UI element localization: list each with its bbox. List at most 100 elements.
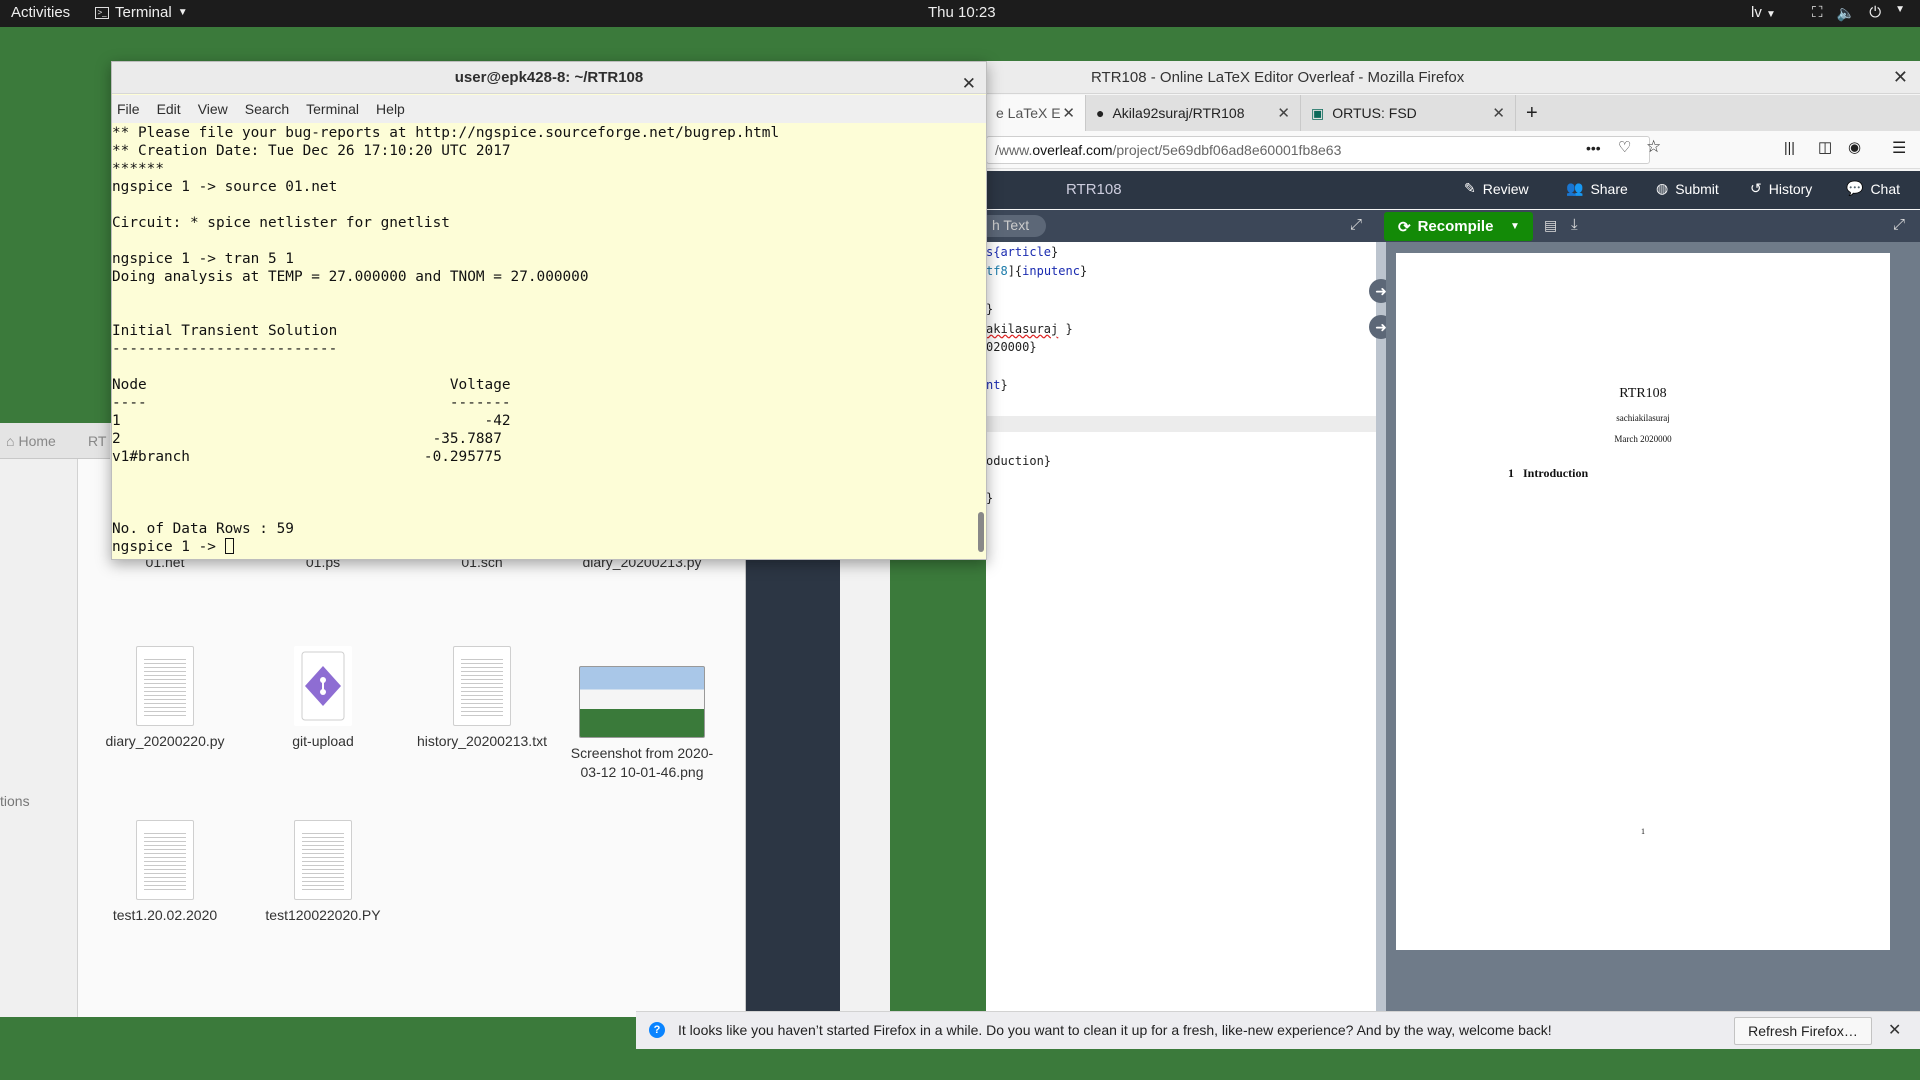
- file-manager-path-bar: ⌂ Home RT: [0, 423, 110, 459]
- close-icon[interactable]: ✕: [1893, 67, 1908, 88]
- document-icon: [136, 646, 194, 726]
- info-icon: ?: [649, 1022, 665, 1038]
- code-line: 020000}: [986, 340, 1037, 354]
- code-line: }: [986, 491, 994, 505]
- document-icon: [453, 646, 511, 726]
- menu-edit[interactable]: Edit: [157, 101, 181, 117]
- terminal-line: Circuit: * spice netlister for gnetlist: [112, 215, 450, 231]
- terminal-output[interactable]: ** Please file your bug-reports at http:…: [112, 124, 976, 560]
- system-menu[interactable]: ⛶ 🔈 ⏻ ▼: [1812, 4, 1905, 22]
- terminal-prompt-line[interactable]: ngspice 1 ->: [112, 538, 976, 556]
- refresh-firefox-button[interactable]: Refresh Firefox…: [1734, 1017, 1872, 1045]
- terminal-line: ngspice 1 -> tran 5 1: [112, 251, 294, 267]
- pdf-section-heading: 1 Introduction: [1508, 466, 1589, 480]
- tab-overleaf[interactable]: e LaTeX E ✕: [986, 95, 1086, 131]
- expand-editor-icon[interactable]: ⤢: [1350, 216, 1362, 233]
- terminal-line: 2 -35.7887: [112, 431, 502, 447]
- submit-button[interactable]: ◍ Submit: [1656, 180, 1719, 197]
- sidebar-item-label[interactable]: tions: [0, 793, 30, 809]
- close-tab-icon[interactable]: ✕: [1062, 104, 1075, 122]
- path-segment[interactable]: RT: [88, 433, 106, 449]
- bookmark-star-icon[interactable]: ☆: [1646, 137, 1661, 157]
- clock[interactable]: Thu 10:23: [928, 4, 996, 21]
- file-item[interactable]: Screenshot from 2020-03-12 10-01-46.png: [562, 666, 722, 782]
- file-name: test1.20.02.2020: [112, 907, 218, 923]
- menu-help[interactable]: Help: [376, 101, 405, 117]
- volume-icon: 🔈: [1836, 5, 1856, 22]
- code-line: oduction}: [986, 454, 1052, 468]
- terminal-menubar: File Edit View Search Terminal Help: [112, 95, 986, 123]
- menu-search[interactable]: Search: [245, 101, 289, 117]
- file-item[interactable]: test1.20.02.2020: [85, 820, 245, 925]
- chevron-down-icon[interactable]: ▼: [1510, 221, 1520, 232]
- file-item[interactable]: test120022020.PY: [243, 820, 403, 925]
- pdf-date: March 2020000: [1614, 434, 1672, 444]
- recompile-button[interactable]: ⟳ Recompile ▼: [1384, 212, 1533, 241]
- url-bar[interactable]: /www.overleaf.com/project/5e69dbf06ad8e6…: [986, 136, 1650, 164]
- terminal-prompt: ngspice 1 ->: [112, 539, 225, 555]
- terminal-scrollbar[interactable]: [978, 512, 984, 552]
- tab-github[interactable]: ● Akila92suraj/RTR108 ✕: [1086, 95, 1301, 131]
- rich-text-toggle[interactable]: h Text: [986, 215, 1046, 237]
- activities-button[interactable]: Activities: [11, 4, 70, 21]
- expand-pdf-icon[interactable]: ⤢: [1893, 216, 1905, 233]
- top-bar: Activities >_ Terminal ▼ Thu 10:23 lv ▼ …: [0, 0, 1920, 27]
- file-name: Screenshot from 2020-03-12 10-01-46.png: [570, 745, 714, 780]
- hamburger-menu-icon[interactable]: ☰: [1892, 138, 1906, 158]
- share-label: Share: [1590, 180, 1628, 197]
- network-icon: ⛶: [1812, 4, 1823, 21]
- url-host: overleaf.com: [1032, 142, 1113, 158]
- library-icon[interactable]: |||: [1784, 139, 1795, 155]
- close-tab-icon[interactable]: ✕: [1277, 104, 1290, 122]
- code-editor[interactable]: s{article} tf8]{inputenc} } akilasuraj }…: [986, 242, 1376, 1017]
- terminal-titlebar[interactable]: user@epk428-8: ~/RTR108 ✕: [112, 62, 986, 94]
- firefox-navbar: /www.overleaf.com/project/5e69dbf06ad8e6…: [986, 131, 1920, 169]
- review-label: Review: [1482, 180, 1529, 197]
- page-actions-icon[interactable]: •••: [1586, 140, 1601, 156]
- pane-splitter[interactable]: ➜ ➜: [1369, 242, 1393, 1017]
- notification-text: It looks like you haven’t started Firefo…: [678, 1022, 1552, 1038]
- account-icon[interactable]: ◉: [1848, 138, 1861, 156]
- plus-icon: +: [1526, 101, 1538, 124]
- file-item[interactable]: git-upload: [243, 646, 403, 751]
- history-icon: ↺: [1750, 180, 1762, 196]
- review-button[interactable]: ✎ Review: [1464, 180, 1529, 197]
- terminal-line: ******: [112, 161, 164, 177]
- sidebar-icon[interactable]: ◫: [1818, 138, 1832, 156]
- file-manager-sidebar: tions: [0, 459, 78, 1017]
- app-menu[interactable]: >_ Terminal ▼: [95, 4, 188, 21]
- active-line-highlight: [986, 416, 1376, 432]
- close-icon[interactable]: ✕: [1888, 1020, 1901, 1040]
- tab-label: ORTUS: FSD: [1332, 105, 1417, 121]
- history-label: History: [1768, 180, 1813, 197]
- globe-icon: ◍: [1656, 180, 1669, 196]
- path-home-button[interactable]: ⌂ Home: [6, 433, 56, 449]
- chevron-down-icon: ▼: [1895, 4, 1905, 15]
- document-icon: [136, 820, 194, 900]
- logs-icon[interactable]: ▤: [1544, 217, 1557, 234]
- users-icon: 👥: [1566, 180, 1584, 196]
- file-item[interactable]: history_20200213.txt: [402, 646, 562, 751]
- refresh-icon: ⟳: [1398, 218, 1411, 236]
- close-tab-icon[interactable]: ✕: [1492, 104, 1505, 122]
- firefox-titlebar: RTR108 - Online LaTeX Editor Overleaf - …: [986, 61, 1920, 94]
- document-icon: [294, 820, 352, 900]
- pocket-icon[interactable]: ♡: [1618, 138, 1631, 156]
- tab-ortus[interactable]: ▣ ORTUS: FSD ✕: [1301, 95, 1516, 131]
- menu-terminal[interactable]: Terminal: [306, 101, 359, 117]
- language-indicator[interactable]: lv ▼: [1751, 4, 1776, 21]
- share-button[interactable]: 👥 Share: [1566, 180, 1628, 197]
- menu-view[interactable]: View: [198, 101, 228, 117]
- chat-button[interactable]: 💬 Chat: [1846, 180, 1900, 197]
- menu-file[interactable]: File: [117, 101, 140, 117]
- new-tab-button[interactable]: +: [1516, 95, 1560, 131]
- file-item[interactable]: diary_20200220.py: [85, 646, 245, 751]
- overleaf-subtoolbar: h Text ⤢ ⟳ Recompile ▼ ▤ ⤓ ⤢: [986, 210, 1920, 242]
- history-button[interactable]: ↺ History: [1750, 180, 1812, 197]
- terminal-line: No. of Data Rows : 59: [112, 521, 294, 537]
- download-icon[interactable]: ⤓: [1571, 216, 1578, 233]
- terminal-window: user@epk428-8: ~/RTR108 ✕ File Edit View…: [111, 61, 987, 560]
- project-name[interactable]: RTR108: [1066, 181, 1122, 198]
